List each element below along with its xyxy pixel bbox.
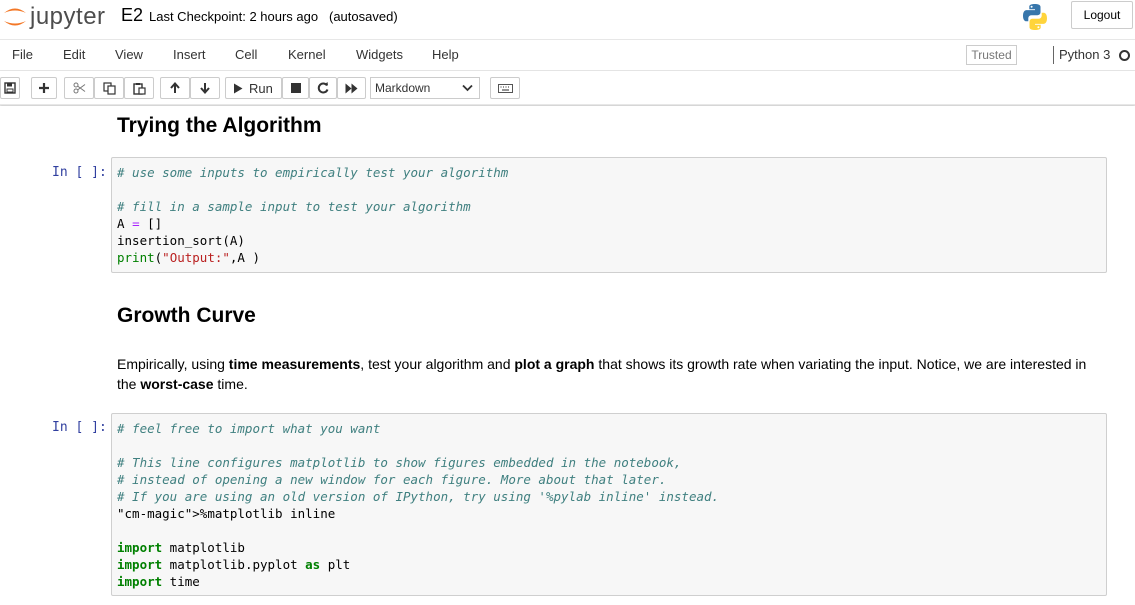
cell-type-value: Markdown [375, 81, 431, 95]
cut-icon [73, 82, 85, 94]
restart-run-all-button[interactable] [337, 77, 366, 99]
restart-button[interactable] [309, 77, 337, 99]
plus-icon [39, 83, 49, 93]
copy-button[interactable] [94, 77, 124, 99]
arrow-up-icon [170, 82, 180, 93]
save-icon [4, 82, 16, 94]
code-line: # feel free to import what you want [117, 421, 381, 436]
save-button[interactable] [0, 77, 20, 99]
kernel-idle-icon [1119, 50, 1130, 61]
keyboard-icon [497, 83, 513, 93]
code-line: # fill in a sample input to test your al… [117, 199, 471, 214]
python-logo-icon [1023, 4, 1047, 30]
command-palette-button[interactable] [490, 77, 520, 99]
code-line: import matplotlib.pyplot as plt [117, 557, 351, 572]
input-prompt-1: In [ ]: [52, 165, 107, 180]
code-line: # This line configures matplotlib to sho… [117, 455, 682, 470]
growth-curve-paragraph[interactable]: Empirically, using time measurements, te… [117, 354, 1097, 394]
code-cell-1[interactable]: # use some inputs to empirically test yo… [111, 157, 1107, 273]
jupyter-logo-icon [4, 8, 26, 26]
code-line: # If you are using an old version of IPy… [117, 489, 720, 504]
jupyter-logo[interactable]: jupyter [0, 2, 106, 32]
cut-button[interactable] [64, 77, 94, 99]
fast-forward-icon [345, 83, 358, 93]
heading-growth-curve[interactable]: Growth Curve [117, 304, 256, 328]
cell-type-select[interactable]: Markdown [370, 77, 480, 99]
notebook-page: Trying the Algorithm In [ ]: # use some … [0, 106, 1135, 605]
menu-kernel[interactable]: Kernel [288, 47, 326, 62]
logout-button[interactable]: Logout [1071, 1, 1133, 29]
menu-file[interactable]: File [12, 47, 33, 62]
code-line: # instead of opening a new window for ea… [117, 472, 667, 487]
menu-edit[interactable]: Edit [63, 47, 85, 62]
code-line: print("Output:",A ) [117, 250, 261, 265]
notebook-name[interactable]: E2 [121, 5, 143, 26]
code-line: insertion_sort(A) [117, 233, 245, 248]
menu-widgets[interactable]: Widgets [356, 47, 403, 62]
move-up-button[interactable] [160, 77, 190, 99]
code-line: # use some inputs to empirically test yo… [117, 165, 509, 180]
stop-icon [290, 83, 301, 93]
code-line: import time [117, 574, 200, 589]
menu-insert[interactable]: Insert [173, 47, 206, 62]
restart-icon [317, 82, 329, 94]
arrow-down-icon [200, 83, 210, 94]
toolbar: Run Markdown [0, 71, 1135, 105]
play-icon [234, 83, 243, 93]
chevron-down-icon [462, 84, 473, 92]
interrupt-button[interactable] [282, 77, 309, 99]
code-line: import matplotlib [117, 540, 245, 555]
move-down-button[interactable] [190, 77, 220, 99]
jupyter-logo-text: jupyter [30, 3, 106, 30]
heading-trying-the-algorithm[interactable]: Trying the Algorithm [117, 114, 322, 138]
code-cell-2[interactable]: # feel free to import what you want # Th… [111, 413, 1107, 596]
menu-cell[interactable]: Cell [235, 47, 257, 62]
run-label: Run [249, 80, 273, 96]
trusted-indicator[interactable]: Trusted [966, 45, 1017, 65]
menu-view[interactable]: View [115, 47, 143, 62]
menubar: File Edit View Insert Cell Kernel Widget… [0, 39, 1135, 71]
header: jupyter E2 Last Checkpoint: 2 hours ago … [0, 0, 1135, 39]
paste-button[interactable] [124, 77, 154, 99]
menu-help[interactable]: Help [432, 47, 459, 62]
kernel-name[interactable]: Python 3 [1059, 47, 1110, 62]
code-line: A = [] [117, 216, 163, 231]
kernel-separator [1053, 46, 1054, 64]
input-prompt-2: In [ ]: [52, 420, 107, 435]
run-button[interactable]: Run [225, 77, 282, 99]
code-line: "cm-magic">%matplotlib inline [117, 506, 336, 521]
paste-icon [132, 82, 146, 95]
checkpoint-status: Last Checkpoint: 2 hours ago [149, 9, 319, 24]
copy-icon [102, 81, 116, 95]
autosave-status: (autosaved) [329, 9, 398, 24]
insert-cell-button[interactable] [31, 77, 57, 99]
